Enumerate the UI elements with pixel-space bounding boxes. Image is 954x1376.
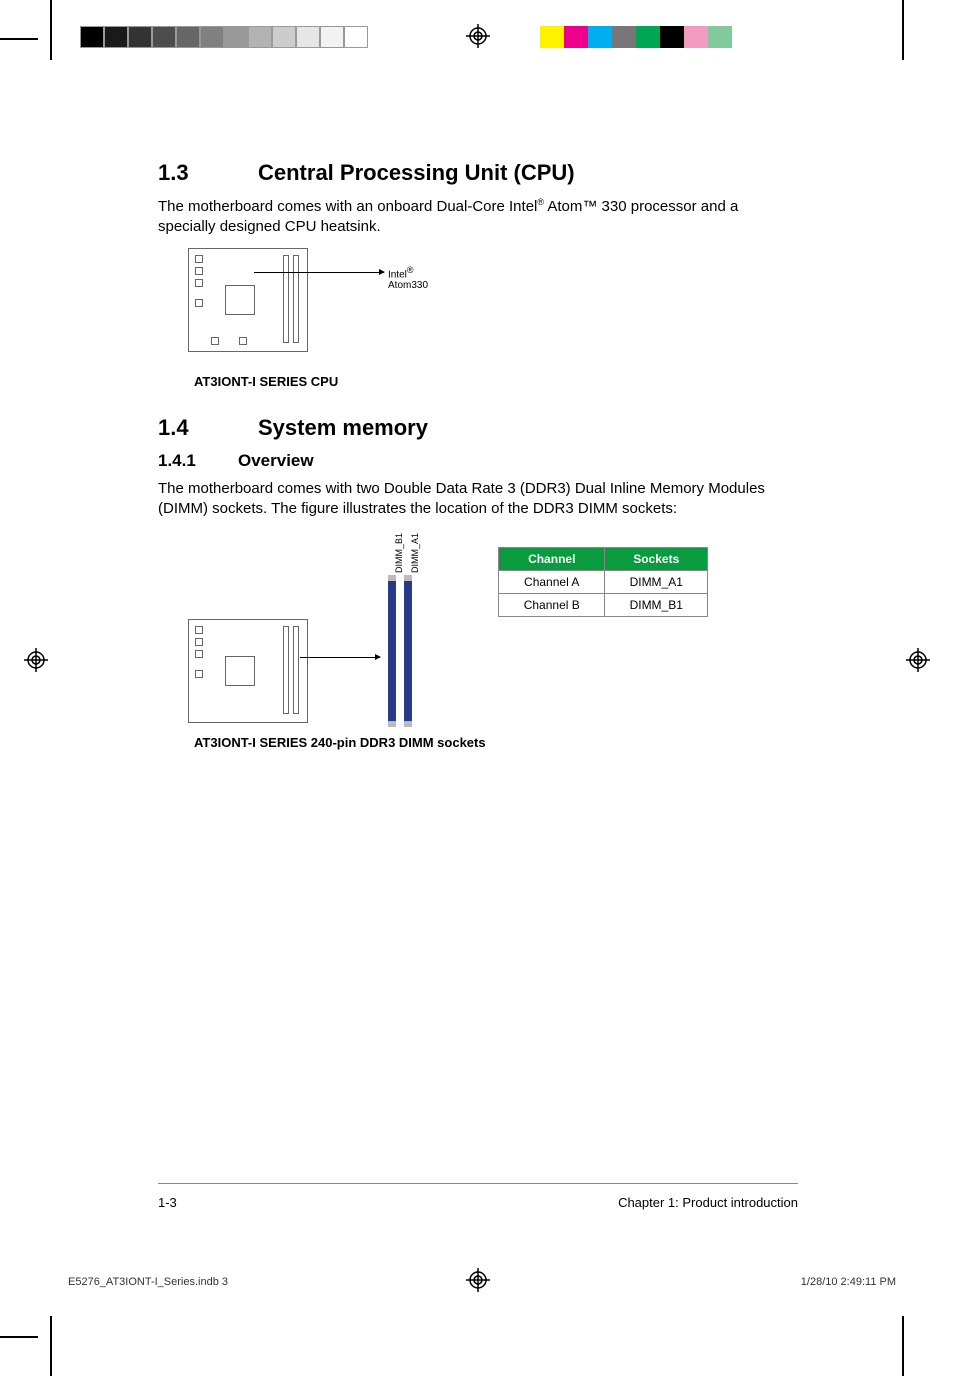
table-header: Sockets <box>605 548 708 571</box>
section-1-4-body: The motherboard comes with two Double Da… <box>158 479 798 520</box>
page-number: 1-3 <box>158 1195 177 1210</box>
dimm-slot-icon <box>404 581 412 721</box>
cpu-label: Intel® Atom330 <box>388 265 448 291</box>
memory-channel-table: Channel Sockets Channel A DIMM_A1 Channe… <box>498 547 708 617</box>
crop-mark <box>902 0 904 60</box>
table-cell: Channel B <box>499 594 605 617</box>
registration-mark-icon <box>24 648 48 672</box>
color-bar-process <box>540 26 756 48</box>
table-cell: Channel A <box>499 571 605 594</box>
footer-rule <box>158 1183 798 1184</box>
table-header: Channel <box>499 548 605 571</box>
color-bar-grayscale <box>80 26 368 48</box>
motherboard-outline-icon <box>188 619 308 723</box>
crop-mark <box>0 38 38 40</box>
section-title: System memory <box>258 415 428 440</box>
crop-mark <box>50 1316 52 1376</box>
section-1-3-body: The motherboard comes with an onboard Du… <box>158 196 798 238</box>
section-number: 1.4 <box>158 415 258 441</box>
table-row: Channel B DIMM_B1 <box>499 594 708 617</box>
subsection-heading-1-4-1: 1.4.1Overview <box>158 451 798 471</box>
subsection-title: Overview <box>238 451 314 470</box>
arrow-icon <box>300 657 380 658</box>
registration-mark-icon <box>466 24 490 48</box>
section-heading-1-4: 1.4System memory <box>158 415 798 441</box>
table-cell: DIMM_B1 <box>605 594 708 617</box>
dimm-diagram-caption: AT3IONT-I SERIES 240-pin DDR3 DIMM socke… <box>194 735 798 750</box>
table-cell: DIMM_A1 <box>605 571 708 594</box>
section-heading-1-3: 1.3Central Processing Unit (CPU) <box>158 160 798 186</box>
cpu-diagram: Intel® Atom330 <box>188 248 448 368</box>
arrow-icon <box>254 272 384 273</box>
crop-mark <box>902 1316 904 1376</box>
section-number: 1.3 <box>158 160 258 186</box>
dimm-label: DIMM_B1 <box>394 533 404 573</box>
print-datetime: 1/28/10 2:49:11 PM <box>801 1276 896 1288</box>
dimm-label: DIMM_A1 <box>410 533 420 573</box>
chapter-title: Chapter 1: Product introduction <box>618 1195 798 1210</box>
print-file-name: E5276_AT3IONT-I_Series.indb 3 <box>68 1276 228 1288</box>
registration-mark-icon <box>906 648 930 672</box>
motherboard-outline-icon <box>188 248 308 352</box>
dimm-diagram: DIMM_B1 DIMM_A1 <box>188 537 428 727</box>
table-row: Channel A DIMM_A1 <box>499 571 708 594</box>
section-title: Central Processing Unit (CPU) <box>258 160 575 185</box>
dimm-slot-icon <box>388 581 396 721</box>
subsection-number: 1.4.1 <box>158 451 238 471</box>
cpu-diagram-caption: AT3IONT-I SERIES CPU <box>194 374 798 389</box>
crop-mark <box>50 0 52 60</box>
crop-mark <box>0 1336 38 1338</box>
